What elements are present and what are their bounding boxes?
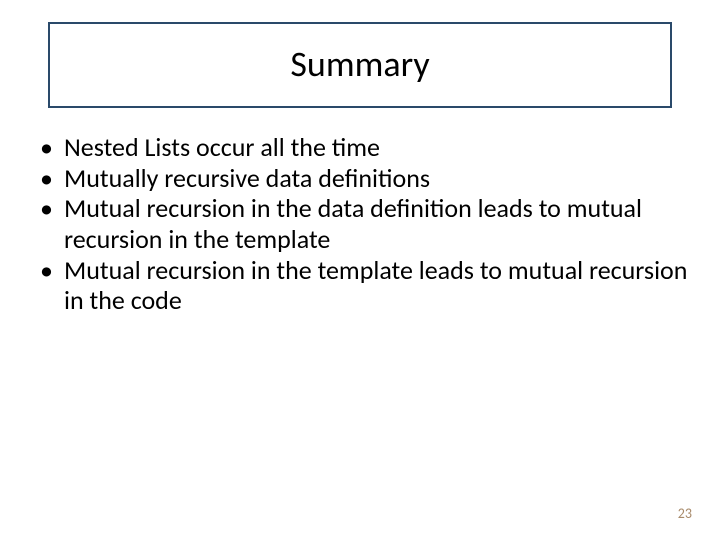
slide-title: Summary [60,42,660,86]
title-box: Summary [48,22,672,108]
page-number: 23 [678,505,692,522]
list-item: Mutual recursion in the data definition … [30,193,690,254]
list-item: Mutually recursive data definitions [30,163,690,194]
slide-content: Nested Lists occur all the time Mutually… [30,132,690,316]
list-item: Mutual recursion in the template leads t… [30,255,690,316]
bullet-list: Nested Lists occur all the time Mutually… [30,132,690,316]
list-item: Nested Lists occur all the time [30,132,690,163]
